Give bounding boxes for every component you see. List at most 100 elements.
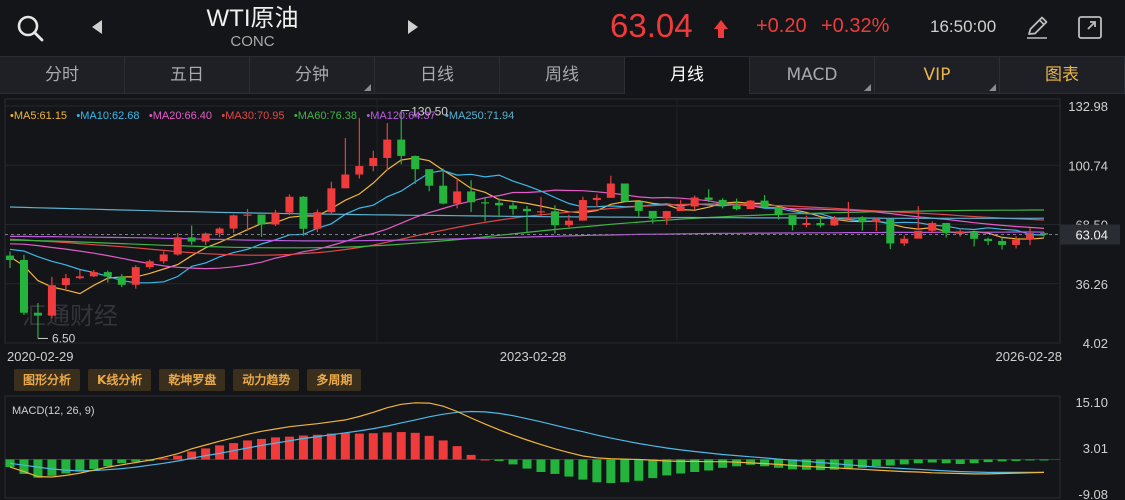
candle-body	[271, 212, 280, 225]
candle-body	[61, 278, 70, 286]
candle-body	[425, 169, 434, 186]
candle-body	[802, 223, 811, 226]
macd-histogram-bar	[452, 446, 462, 460]
analysis-tab-2[interactable]: 乾坤罗盘	[159, 369, 226, 391]
ma-legend-item: •MA250:71.94	[445, 110, 514, 122]
candle-body	[858, 217, 867, 223]
tab-label: 五日	[170, 65, 204, 85]
tab-label: MACD	[786, 65, 838, 85]
candle-body	[704, 197, 713, 200]
ma-legend-item: •MA30:70.95	[221, 110, 284, 122]
candle-body	[355, 166, 364, 175]
share-icon[interactable]	[1075, 12, 1105, 42]
candle-body	[523, 208, 531, 212]
candle-body	[6, 255, 14, 260]
candle-body	[215, 228, 224, 234]
macd-histogram-bar	[983, 459, 993, 463]
x-axis-label: 2020-02-29	[7, 349, 74, 364]
macd-y-tick-label: 3.01	[1083, 441, 1108, 456]
tab-2[interactable]: 分钟	[250, 57, 375, 94]
chevron-left-icon[interactable]	[88, 17, 106, 37]
watermark-text: 汇通财经	[22, 302, 118, 330]
tab-1[interactable]: 五日	[125, 57, 250, 94]
analysis-tab-3[interactable]: 动力趋势	[233, 369, 300, 391]
tab-label: 日线	[420, 65, 454, 85]
x-axis-label: 2026-02-28	[996, 349, 1063, 364]
candle-body	[830, 218, 839, 226]
tab-3[interactable]: 日线	[375, 57, 500, 94]
tab-5[interactable]: 月线	[625, 57, 750, 94]
macd-chart[interactable]: 15.10 3.01 -9.08 MACD(12, 26, 9)	[0, 394, 1125, 500]
tab-4[interactable]: 周线	[500, 57, 625, 94]
y-tick-label: 100.74	[1068, 158, 1108, 173]
tab-8[interactable]: 图表	[1000, 57, 1125, 94]
macd-histogram-bar	[871, 459, 881, 467]
candle-body	[662, 211, 671, 219]
tab-label: 图表	[1045, 65, 1079, 85]
candlestick-chart[interactable]: 132.98100.7468.5036.264.02汇通财经130.506.50…	[0, 94, 1125, 369]
candle-body	[131, 267, 140, 285]
macd-histogram-bar	[927, 459, 937, 463]
macd-histogram-bar	[1011, 459, 1021, 461]
candle-body	[816, 223, 825, 226]
candle-body	[439, 185, 448, 204]
candle-body	[327, 188, 336, 213]
last-price-tag-label: 63.04	[1075, 228, 1108, 243]
candle-body	[774, 207, 783, 216]
analysis-tool-bar: 图形分析 K线分析 乾坤罗盘 动力趋势 多周期	[14, 369, 362, 391]
candle-body	[690, 197, 699, 207]
candle-body	[676, 206, 685, 212]
macd-histogram-bar	[494, 459, 504, 461]
candle-body	[173, 237, 182, 255]
candle-body	[397, 139, 406, 156]
macd-histogram-bar	[117, 459, 127, 464]
macd-histogram-bar	[326, 433, 336, 460]
candle-body	[103, 272, 112, 277]
analysis-tab-4[interactable]: 多周期	[307, 369, 362, 391]
macd-y-tick-label: -9.08	[1078, 487, 1108, 500]
candle-body	[606, 183, 615, 198]
x-axis-label: 2023-02-28	[500, 349, 567, 364]
instrument-title: WTI原油	[206, 5, 299, 32]
candle-body	[886, 218, 895, 244]
ma-legend-item: •MA60:76.38	[294, 110, 357, 122]
pen-icon[interactable]	[1023, 13, 1051, 41]
macd-y-tick-label: 15.10	[1075, 395, 1108, 410]
tab-7[interactable]: VIP	[875, 57, 1000, 94]
candle-body	[620, 183, 629, 202]
candle-body	[984, 238, 993, 242]
macd-histogram-bar	[270, 437, 280, 460]
candle-body	[229, 215, 238, 229]
tab-0[interactable]: 分时	[0, 57, 125, 94]
macd-histogram-bar	[634, 459, 644, 481]
candle-body	[746, 200, 755, 210]
macd-histogram-bar	[662, 459, 672, 476]
candle-body	[481, 202, 490, 204]
macd-histogram-bar	[969, 459, 979, 464]
tab-6[interactable]: MACD	[750, 57, 875, 94]
candle-body	[788, 215, 797, 226]
macd-histogram-bar	[410, 432, 420, 460]
macd-histogram-bar	[941, 459, 951, 464]
candle-body	[453, 191, 462, 204]
candle-body	[928, 223, 937, 231]
candle-body	[243, 214, 252, 216]
chevron-right-icon[interactable]	[404, 17, 422, 37]
candle-body	[117, 276, 126, 285]
low-label: 6.50	[52, 331, 76, 345]
macd-histogram-bar	[1039, 459, 1049, 461]
macd-histogram-bar	[47, 459, 57, 476]
macd-histogram-bar	[312, 434, 322, 460]
macd-histogram-bar	[578, 459, 588, 480]
candle-body	[47, 285, 56, 316]
macd-histogram-bar	[173, 455, 183, 460]
macd-histogram-bar	[424, 435, 434, 460]
tab-label: 月线	[670, 65, 704, 85]
search-icon[interactable]	[14, 12, 46, 44]
macd-histogram-bar	[1025, 459, 1035, 461]
candle-body	[998, 241, 1007, 245]
candle-body	[313, 212, 322, 229]
candle-body	[718, 199, 727, 206]
analysis-tab-0[interactable]: 图形分析	[14, 369, 81, 391]
analysis-tab-1[interactable]: K线分析	[88, 369, 152, 391]
